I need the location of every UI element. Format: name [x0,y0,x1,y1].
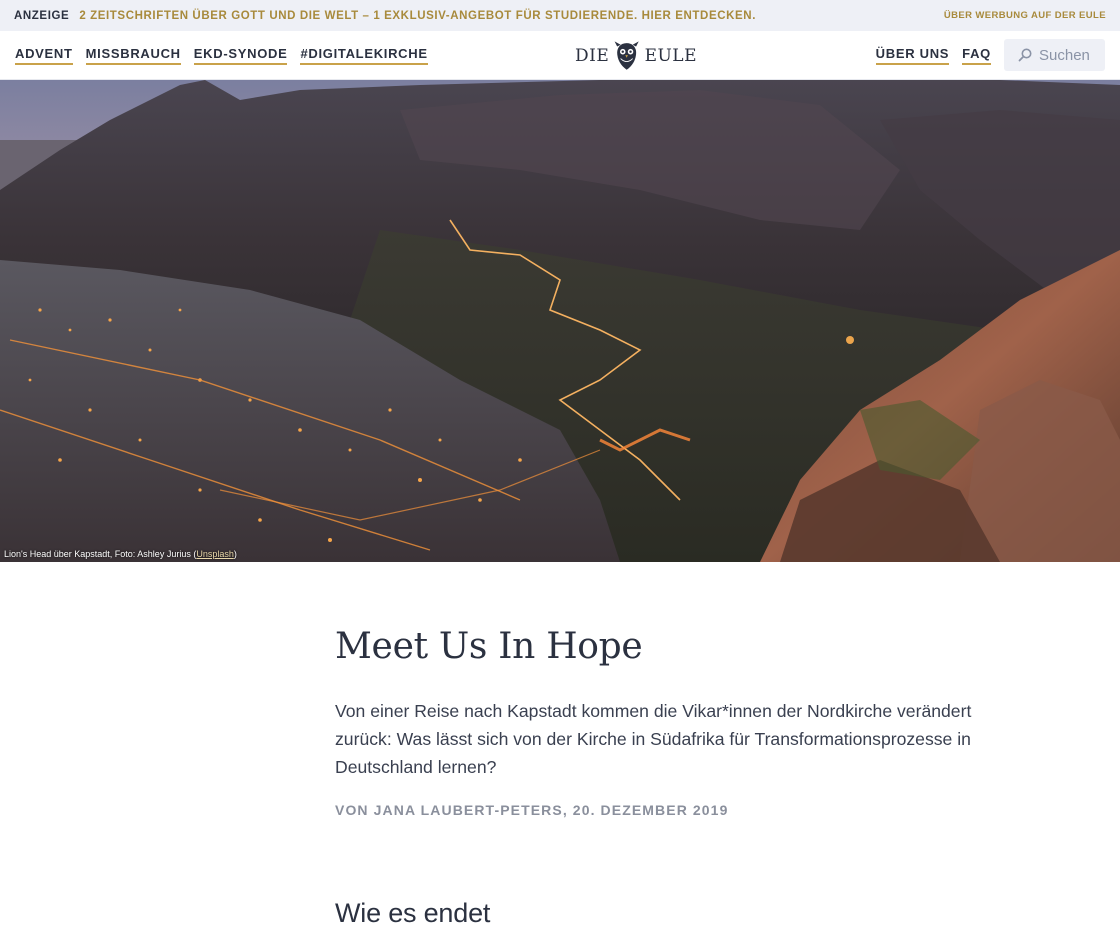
nav-link-ueber-uns[interactable]: ÜBER UNS [875,46,950,65]
article-subheading: Wie es endet [335,898,491,928]
search-icon [1018,48,1032,62]
caption-source-link[interactable]: Unsplash [196,549,234,559]
article-date: , 20. DEZEMBER 2019 [562,802,729,818]
logo-text-left: DIE [575,46,610,66]
caption-suffix: ) [233,549,237,559]
article-lead: Von einer Reise nach Kapstadt kommen die… [335,701,972,777]
search-input[interactable]: Suchen [1004,39,1105,71]
article-byline: VON JANA LAUBERT-PETERS, 20. DEZEMBER 20… [335,802,1015,818]
search-placeholder: Suchen [1039,46,1090,64]
ad-info-link[interactable]: ÜBER WERBUNG AUF DER EULE [944,10,1106,21]
nav-link-ekd-synode[interactable]: EKD-SYNODE [193,46,288,65]
caption-text: Lion's Head über Kapstadt, Foto: Ashley … [4,549,197,559]
ad-tag: ANZEIGE [14,9,70,22]
site-logo[interactable]: DIE EULE [575,37,697,75]
meta-nav: ÜBER UNS FAQ Suchen [875,39,1105,71]
owl-icon [614,41,639,70]
hero-caption: Lion's Head über Kapstadt, Foto: Ashley … [4,549,237,559]
nav-link-faq[interactable]: FAQ [962,46,991,65]
topic-nav: ADVENT MISSBRAUCH EKD-SYNODE #DIGITALEKI… [15,46,428,65]
ad-promo-link[interactable]: 2 ZEITSCHRIFTEN ÜBER GOTT UND DIE WELT –… [79,10,756,22]
logo-text-right: EULE [644,46,697,66]
nav-link-missbrauch[interactable]: MISSBRAUCH [85,46,181,65]
author-link[interactable]: JANA LAUBERT-PETERS [374,802,563,818]
hero-photo [0,80,1120,562]
nav-link-advent[interactable]: ADVENT [15,46,73,65]
article-title: Meet Us In Hope [335,626,643,667]
byline-prefix: VON [335,802,374,818]
site-header: ADVENT MISSBRAUCH EKD-SYNODE #DIGITALEKI… [0,31,1120,80]
article: Meet Us In Hope Von einer Reise nach Kap… [335,562,1015,929]
nav-link-digitalekirche[interactable]: #DIGITALEKIRCHE [300,46,428,65]
hero-image: Lion's Head über Kapstadt, Foto: Ashley … [0,80,1120,562]
ad-bar[interactable]: ANZEIGE 2 ZEITSCHRIFTEN ÜBER GOTT UND DI… [0,0,1120,31]
